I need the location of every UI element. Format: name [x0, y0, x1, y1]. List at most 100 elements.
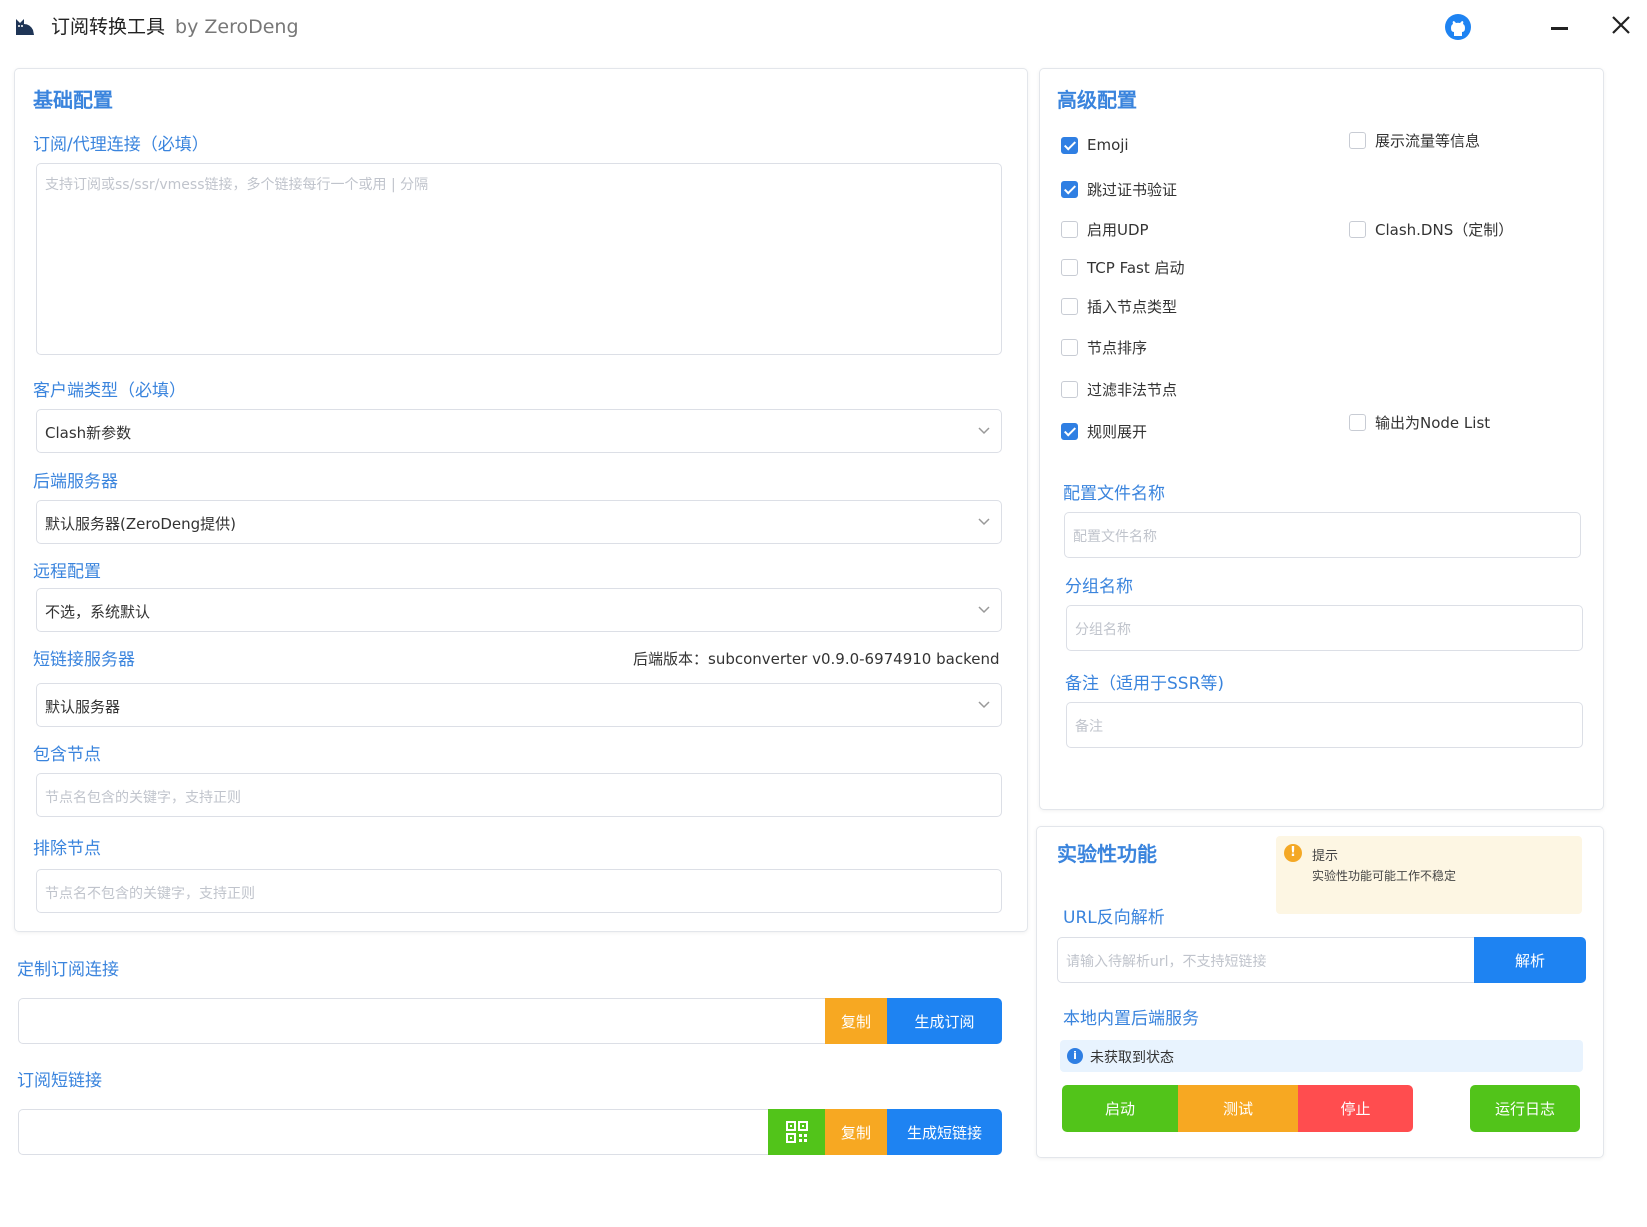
url-parse-placeholder: 请输入待解析url，不支持短链接 [1066, 954, 1267, 970]
include-nodes-input[interactable]: 节点名包含的关键字，支持正则 [36, 773, 1002, 817]
custom-sub-label: 定制订阅连接 [17, 960, 119, 980]
group-name-input[interactable]: 分组名称 [1066, 605, 1583, 651]
checkbox-label: Clash.DNS（定制） [1375, 220, 1514, 239]
subscription-placeholder: 支持订阅或ss/ssr/vmess链接，多个链接每行一个或用 | 分隔 [45, 177, 429, 193]
node-sort-checkbox[interactable]: 节点排序 [1061, 336, 1147, 358]
remote-config-label: 远程配置 [33, 562, 101, 582]
warning-icon: ! [1284, 844, 1302, 862]
checkbox-label: 节点排序 [1087, 338, 1148, 357]
qrcode-icon [785, 1121, 808, 1143]
minimize-button[interactable] [1548, 14, 1574, 40]
show-traffic-checkbox[interactable]: 展示流量等信息 [1349, 129, 1480, 151]
checkbox-box [1061, 136, 1078, 154]
checkbox-box [1061, 220, 1078, 238]
status-bar: i 未获取到状态 [1060, 1040, 1583, 1072]
subscription-textarea[interactable]: 支持订阅或ss/ssr/vmess链接，多个链接每行一个或用 | 分隔 [36, 163, 1002, 355]
copy-sub-button[interactable]: 复制 [825, 998, 887, 1044]
remark-input[interactable]: 备注 [1066, 702, 1583, 748]
checkbox-label: 过滤非法节点 [1087, 380, 1178, 399]
checkbox-box [1349, 220, 1366, 238]
github-icon[interactable] [1444, 13, 1472, 41]
tip-text: 实验性功能可能工作不稳定 [1312, 869, 1457, 883]
backend-server-value: 默认服务器(ZeroDeng提供) [45, 515, 237, 533]
short-link-input[interactable] [18, 1109, 769, 1155]
status-text: 未获取到状态 [1090, 1050, 1174, 1066]
exclude-nodes-placeholder: 节点名不包含的关键字，支持正则 [45, 886, 255, 902]
parse-button[interactable]: 解析 [1474, 937, 1586, 983]
backend-server-select[interactable]: 默认服务器(ZeroDeng提供) [36, 500, 1002, 544]
app-title: 订阅转换工具 by ZeroDeng [51, 12, 299, 39]
filename-input[interactable]: 配置文件名称 [1064, 512, 1581, 558]
url-parse-label: URL反向解析 [1063, 908, 1165, 928]
node-list-checkbox[interactable]: 输出为Node List [1349, 411, 1490, 433]
experimental-title: 实验性功能 [1057, 842, 1157, 866]
info-icon: i [1067, 1048, 1083, 1064]
generate-sub-button[interactable]: 生成订阅 [887, 998, 1002, 1044]
checkbox-label: 规则展开 [1087, 422, 1148, 441]
cat-icon [16, 19, 34, 35]
insert-node-type-checkbox[interactable]: 插入节点类型 [1061, 295, 1177, 317]
tcp-fast-open-checkbox[interactable]: TCP Fast 启动 [1061, 256, 1184, 278]
chevron-down-icon [978, 518, 990, 526]
copy-short-button[interactable]: 复制 [825, 1109, 887, 1155]
close-icon[interactable] [1608, 12, 1634, 38]
remark-label: 备注（适用于SSR等) [1065, 674, 1225, 694]
enable-udp-checkbox[interactable]: 启用UDP [1061, 218, 1149, 240]
checkbox-label: 展示流量等信息 [1375, 131, 1481, 150]
tip-title: 提示 [1312, 849, 1339, 864]
warning-tip: ! 提示 实验性功能可能工作不稳定 [1276, 836, 1582, 914]
checkbox-box [1061, 338, 1078, 356]
clash-dns-checkbox[interactable]: Clash.DNS（定制） [1349, 218, 1513, 240]
test-button[interactable]: 测试 [1178, 1085, 1298, 1132]
remote-config-select[interactable]: 不选，系统默认 [36, 588, 1002, 632]
client-type-label: 客户端类型（必填） [33, 381, 186, 401]
qrcode-button[interactable] [768, 1109, 825, 1155]
checkbox-box [1349, 413, 1366, 431]
run-log-button[interactable]: 运行日志 [1470, 1085, 1580, 1132]
group-name-label: 分组名称 [1065, 577, 1133, 597]
short-server-select[interactable]: 默认服务器 [36, 683, 1002, 727]
checkbox-label: 跳过证书验证 [1087, 180, 1178, 199]
client-type-select[interactable]: Clash新参数 [36, 409, 1002, 453]
chevron-down-icon [978, 606, 990, 614]
chevron-down-icon [978, 701, 990, 709]
subscription-label: 订阅/代理连接（必填） [33, 135, 209, 155]
emoji-checkbox[interactable]: Emoji [1061, 134, 1129, 156]
client-type-value: Clash新参数 [45, 424, 132, 442]
checkbox-label: 输出为Node List [1375, 413, 1491, 432]
local-backend-label: 本地内置后端服务 [1063, 1009, 1199, 1029]
checkbox-label: Emoji [1087, 136, 1129, 154]
app-byline: by ZeroDeng [175, 16, 299, 38]
checkbox-box [1061, 380, 1078, 398]
skip-cert-checkbox[interactable]: 跳过证书验证 [1061, 178, 1177, 200]
checkbox-box [1061, 258, 1078, 276]
app-title-text: 订阅转换工具 [51, 16, 166, 38]
checkbox-box [1061, 297, 1078, 315]
backend-server-label: 后端服务器 [33, 472, 118, 492]
url-parse-input[interactable]: 请输入待解析url，不支持短链接 [1057, 937, 1475, 983]
checkbox-label: 启用UDP [1087, 220, 1149, 239]
group-name-placeholder: 分组名称 [1075, 622, 1131, 638]
basic-config-title: 基础配置 [33, 88, 113, 112]
custom-sub-input[interactable] [18, 998, 826, 1044]
filename-label: 配置文件名称 [1063, 484, 1165, 504]
filter-illegal-checkbox[interactable]: 过滤非法节点 [1061, 378, 1177, 400]
short-link-label: 订阅短链接 [17, 1071, 102, 1091]
generate-short-button[interactable]: 生成短链接 [887, 1109, 1002, 1155]
exclude-nodes-input[interactable]: 节点名不包含的关键字，支持正则 [36, 869, 1002, 913]
checkbox-label: TCP Fast 启动 [1087, 258, 1185, 277]
filename-placeholder: 配置文件名称 [1073, 529, 1157, 545]
rule-expand-checkbox[interactable]: 规则展开 [1061, 420, 1147, 442]
chevron-down-icon [978, 427, 990, 435]
remote-config-value: 不选，系统默认 [45, 603, 151, 621]
title-bar: 订阅转换工具 by ZeroDeng [0, 0, 1647, 52]
start-button[interactable]: 启动 [1062, 1085, 1178, 1132]
checkbox-box [1061, 180, 1078, 198]
include-nodes-label: 包含节点 [33, 745, 101, 765]
checkbox-label: 插入节点类型 [1087, 297, 1178, 316]
backend-version-text: 后端版本：subconverter v0.9.0-6974910 backend [633, 650, 1000, 668]
checkbox-box [1349, 131, 1366, 149]
include-nodes-placeholder: 节点名包含的关键字，支持正则 [45, 790, 241, 806]
stop-button[interactable]: 停止 [1298, 1085, 1413, 1132]
exclude-nodes-label: 排除节点 [33, 839, 101, 859]
